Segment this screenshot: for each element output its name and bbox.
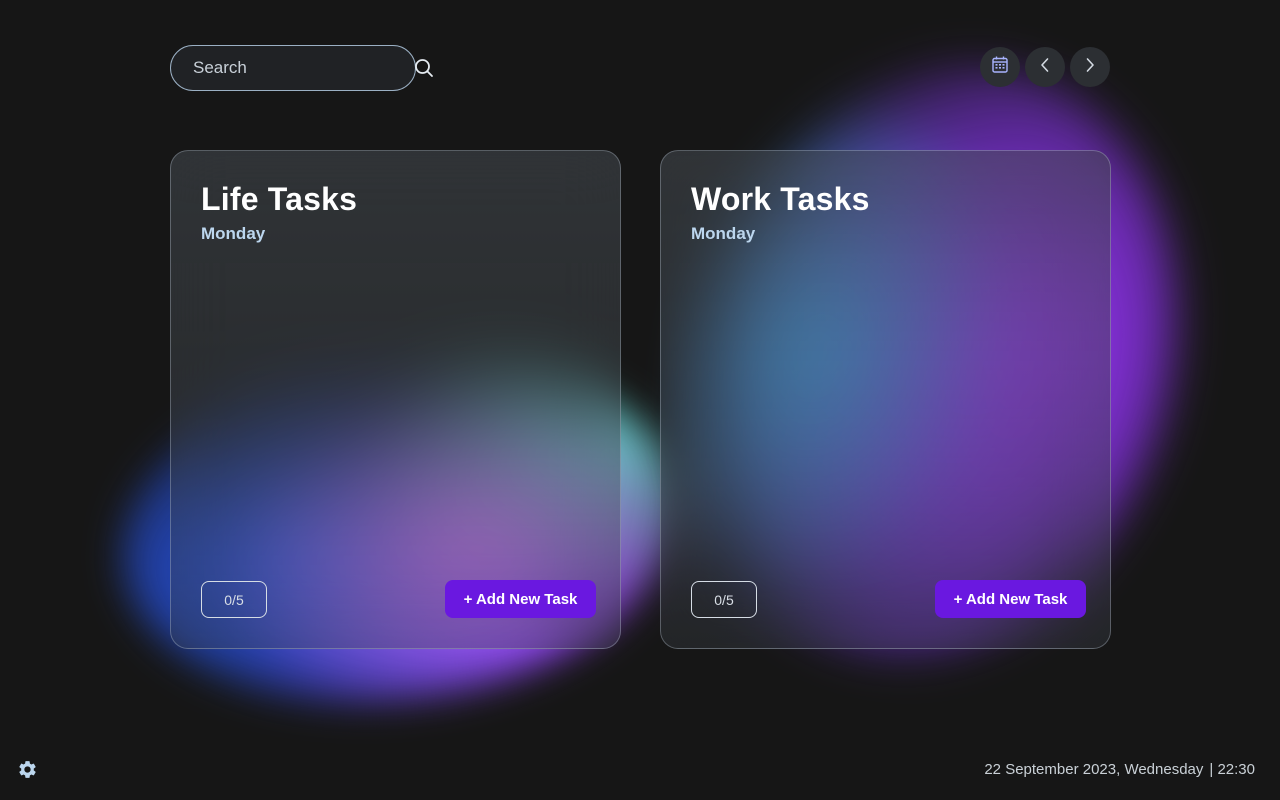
task-counter: 0/5 bbox=[691, 581, 757, 618]
gear-icon bbox=[17, 761, 38, 784]
card-day-label: Monday bbox=[201, 224, 266, 243]
datetime-display: 22 September 2023, Wednesday | 22:30 bbox=[984, 761, 1255, 778]
card-title: Life Tasks bbox=[201, 181, 358, 217]
add-life-task-button[interactable]: + Add New Task bbox=[445, 580, 596, 618]
card-day-label: Monday bbox=[691, 224, 756, 243]
current-time: | 22:30 bbox=[1209, 761, 1255, 778]
search-icon[interactable] bbox=[414, 58, 434, 78]
next-day-button[interactable] bbox=[1070, 47, 1110, 87]
work-tasks-card: Work Tasks Monday 0/5 + Add New Task bbox=[660, 150, 1111, 649]
search-input[interactable] bbox=[193, 58, 414, 78]
date-navigation bbox=[980, 47, 1110, 87]
current-date: 22 September 2023, Wednesday bbox=[984, 761, 1204, 778]
card-title: Work Tasks bbox=[691, 181, 870, 217]
search-bar[interactable] bbox=[170, 45, 433, 91]
calendar-button[interactable] bbox=[980, 47, 1020, 87]
previous-day-button[interactable] bbox=[1025, 47, 1065, 87]
life-tasks-card: Life Tasks Monday 0/5 + Add New Task bbox=[170, 150, 621, 649]
chevron-right-icon bbox=[1085, 57, 1095, 78]
task-counter: 0/5 bbox=[201, 581, 267, 618]
calendar-icon bbox=[992, 56, 1008, 78]
add-work-task-button[interactable]: + Add New Task bbox=[935, 580, 1086, 618]
chevron-left-icon bbox=[1040, 57, 1050, 78]
settings-button[interactable] bbox=[17, 759, 38, 780]
